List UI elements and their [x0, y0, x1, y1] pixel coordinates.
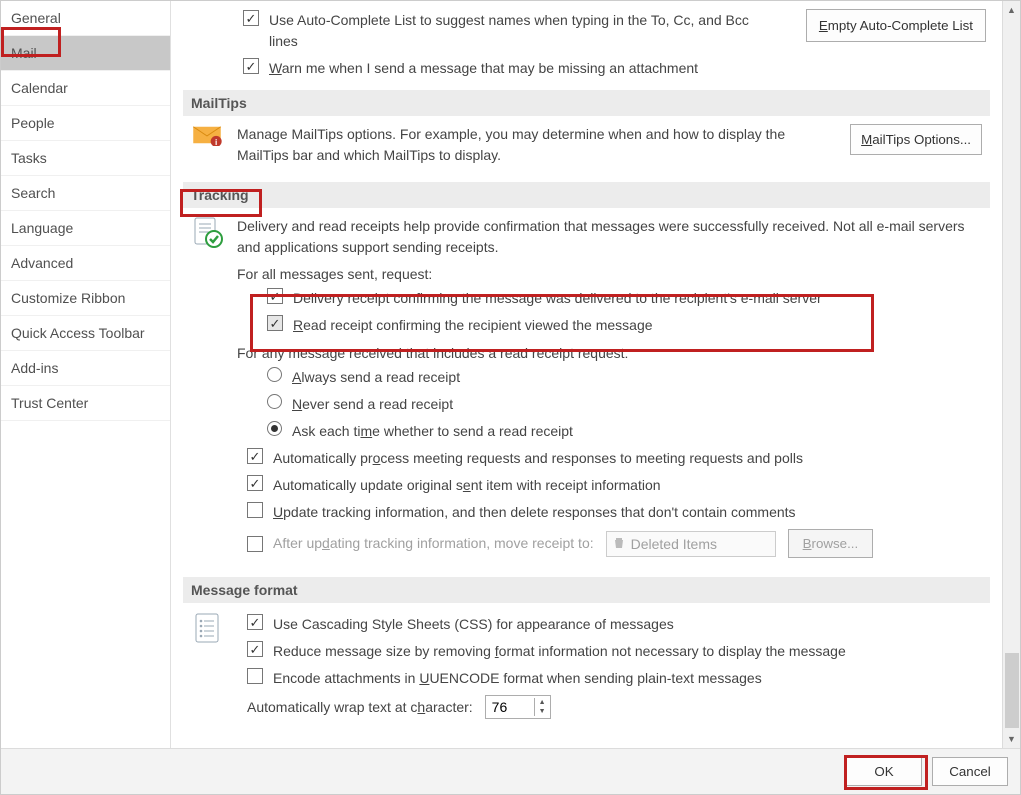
checkbox-after-updating-move[interactable] — [247, 536, 263, 552]
section-mailtips-header: MailTips — [183, 90, 990, 116]
label-auto-process-meeting: Automatically process meeting requests a… — [273, 448, 803, 469]
mailtips-icon: i — [191, 124, 223, 149]
checkbox-autocomplete[interactable] — [243, 10, 259, 26]
wrap-character-spinner[interactable]: ▲ ▼ — [485, 695, 551, 719]
label-reduce-size: Reduce message size by removing format i… — [273, 641, 846, 662]
checkbox-auto-update-sent[interactable] — [247, 475, 263, 491]
sidebar-item-customize-ribbon[interactable]: Customize Ribbon — [1, 281, 170, 316]
dialog-footer: OK Cancel — [1, 748, 1020, 794]
sidebar-item-calendar[interactable]: Calendar — [1, 71, 170, 106]
svg-text:i: i — [215, 138, 217, 146]
mailtips-options-button[interactable]: MailTips Options... — [850, 124, 982, 155]
checkbox-read-receipt[interactable] — [267, 315, 283, 331]
label-never-send: Never send a read receipt — [292, 394, 453, 415]
label-wrap-at: Automatically wrap text at character: — [247, 697, 473, 718]
browse-button: Browse... — [788, 529, 874, 558]
sidebar-item-quick-access-toolbar[interactable]: Quick Access Toolbar — [1, 316, 170, 351]
ok-button[interactable]: OK — [846, 757, 922, 786]
label-encode-uuencode: Encode attachments in UUENCODE format wh… — [273, 668, 762, 689]
scroll-up[interactable]: ▲ — [1003, 1, 1020, 19]
section-message-format-header: Message format — [183, 577, 990, 603]
tracking-icon — [191, 216, 225, 253]
spinner-down[interactable]: ▼ — [535, 707, 550, 716]
checkbox-delivery-receipt[interactable] — [267, 288, 283, 304]
cancel-button[interactable]: Cancel — [932, 757, 1008, 786]
sidebar: General Mail Calendar People Tasks Searc… — [1, 1, 171, 748]
checkbox-update-tracking-delete[interactable] — [247, 502, 263, 518]
checkbox-warn-attachment[interactable] — [243, 58, 259, 74]
trash-icon — [613, 536, 625, 552]
tracking-description: Delivery and read receipts help provide … — [237, 216, 986, 258]
sidebar-item-search[interactable]: Search — [1, 176, 170, 211]
spinner-up[interactable]: ▲ — [535, 698, 550, 707]
checkbox-auto-process-meeting[interactable] — [247, 448, 263, 464]
label-autocomplete: Use Auto-Complete List to suggest names … — [269, 10, 779, 52]
label-read-receipt: Read receipt confirming the recipient vi… — [293, 315, 653, 336]
scroll-down[interactable]: ▼ — [1003, 730, 1020, 748]
label-ask-each-time: Ask each time whether to send a read rec… — [292, 421, 573, 442]
sidebar-item-tasks[interactable]: Tasks — [1, 141, 170, 176]
tracking-for-any-label: For any message received that includes a… — [237, 343, 986, 364]
checkbox-use-css[interactable] — [247, 614, 263, 630]
sidebar-item-mail[interactable]: Mail — [1, 36, 170, 71]
wrap-character-input[interactable] — [486, 696, 534, 718]
label-update-tracking-delete: Update tracking information, and then de… — [273, 502, 796, 523]
label-use-css: Use Cascading Style Sheets (CSS) for app… — [273, 614, 674, 635]
message-format-icon — [191, 611, 225, 648]
move-receipt-folder-input: Deleted Items — [606, 531, 776, 557]
label-always-send: Always send a read receipt — [292, 367, 460, 388]
sidebar-item-people[interactable]: People — [1, 106, 170, 141]
sidebar-item-add-ins[interactable]: Add-ins — [1, 351, 170, 386]
options-content: Use Auto-Complete List to suggest names … — [171, 1, 1002, 748]
sidebar-item-advanced[interactable]: Advanced — [1, 246, 170, 281]
section-tracking-header: Tracking — [183, 182, 990, 208]
radio-always-send[interactable] — [267, 367, 282, 382]
sidebar-item-language[interactable]: Language — [1, 211, 170, 246]
label-warn-attachment: Warn me when I send a message that may b… — [269, 58, 698, 79]
sidebar-item-general[interactable]: General — [1, 1, 170, 36]
mailtips-description: Manage MailTips options. For example, yo… — [237, 124, 817, 166]
label-auto-update-sent: Automatically update original sent item … — [273, 475, 661, 496]
empty-autocomplete-button[interactable]: Empty Auto-Complete List — [806, 9, 986, 42]
label-after-updating-move: After updating tracking information, mov… — [273, 533, 594, 554]
scroll-thumb[interactable] — [1005, 653, 1019, 728]
scrollbar[interactable]: ▲ ▼ — [1002, 1, 1020, 748]
label-delivery-receipt: Delivery receipt confirming the message … — [293, 288, 822, 309]
radio-ask-each-time[interactable] — [267, 421, 282, 436]
radio-never-send[interactable] — [267, 394, 282, 409]
sidebar-item-trust-center[interactable]: Trust Center — [1, 386, 170, 421]
checkbox-encode-uuencode[interactable] — [247, 668, 263, 684]
checkbox-reduce-size[interactable] — [247, 641, 263, 657]
tracking-for-all-label: For all messages sent, request: — [237, 264, 986, 285]
